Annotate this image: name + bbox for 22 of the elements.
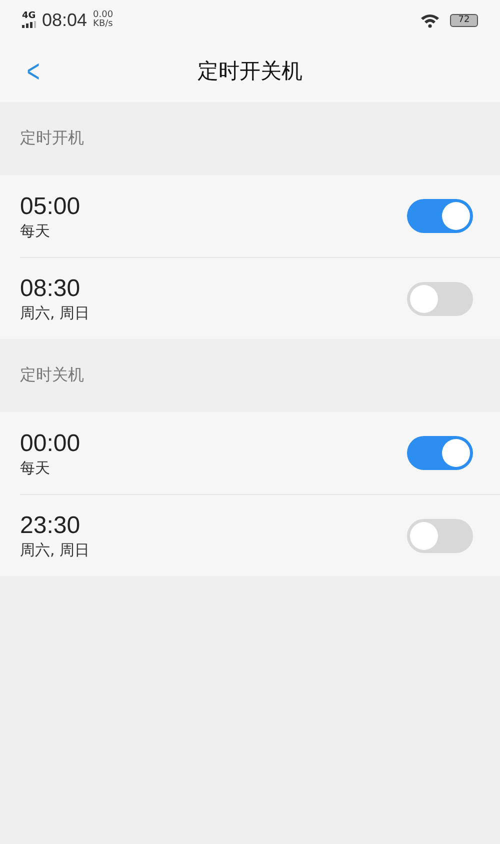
battery-indicator: 72 [450, 14, 478, 26]
network-speed-unit: KB/s [93, 20, 114, 29]
signal-indicator: 4G [22, 12, 36, 28]
section-title: 定时关机 [20, 365, 84, 386]
back-button[interactable]: < [22, 51, 44, 91]
repeat-label: 周六, 周日 [20, 541, 90, 560]
toggle-switch[interactable] [407, 518, 473, 552]
wifi-icon [420, 12, 440, 28]
repeat-label: 每天 [20, 458, 51, 478]
schedule-time: 05:00 [20, 192, 80, 222]
repeat-label: 周六, 周日 [20, 304, 90, 323]
toggle-switch[interactable] [407, 199, 473, 233]
toggle-switch[interactable] [407, 436, 473, 470]
schedule-time: 08:30 [20, 274, 82, 304]
repeat-label: 每天 [20, 222, 51, 240]
schedule-time: 00:00 [20, 428, 80, 458]
network-speed-value: 0.00 [93, 11, 114, 20]
page-title: 定时开关机 [198, 58, 302, 85]
toggle-switch[interactable] [407, 282, 473, 316]
clock-time: 08:04 [42, 10, 88, 30]
section-title: 定时开机 [20, 128, 84, 149]
schedule-time: 23:30 [20, 511, 82, 541]
